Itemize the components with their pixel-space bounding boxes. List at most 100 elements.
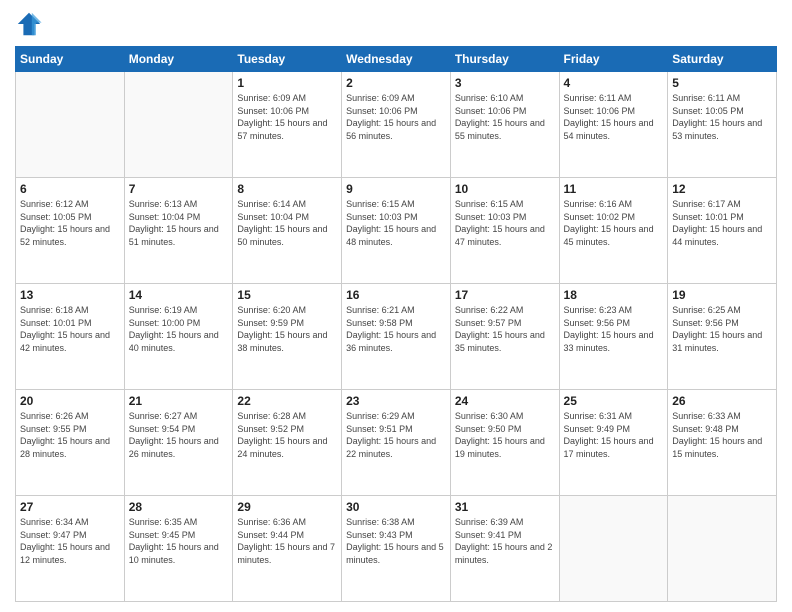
- day-cell: [16, 72, 125, 178]
- day-cell: 8 Sunrise: 6:14 AMSunset: 10:04 PMDayligh…: [233, 178, 342, 284]
- day-cell: 29 Sunrise: 6:36 AMSunset: 9:44 PMDayligh…: [233, 496, 342, 602]
- day-cell: 22 Sunrise: 6:28 AMSunset: 9:52 PMDayligh…: [233, 390, 342, 496]
- day-number: 31: [455, 500, 555, 514]
- day-cell: 14 Sunrise: 6:19 AMSunset: 10:00 PMDaylig…: [124, 284, 233, 390]
- day-cell: 2 Sunrise: 6:09 AMSunset: 10:06 PMDayligh…: [342, 72, 451, 178]
- day-info: Sunrise: 6:21 AMSunset: 9:58 PMDaylight:…: [346, 304, 446, 354]
- day-cell: 11 Sunrise: 6:16 AMSunset: 10:02 PMDaylig…: [559, 178, 668, 284]
- day-number: 16: [346, 288, 446, 302]
- logo: [15, 10, 47, 38]
- day-cell: 23 Sunrise: 6:29 AMSunset: 9:51 PMDayligh…: [342, 390, 451, 496]
- calendar-table: SundayMondayTuesdayWednesdayThursdayFrid…: [15, 46, 777, 602]
- day-cell: 15 Sunrise: 6:20 AMSunset: 9:59 PMDayligh…: [233, 284, 342, 390]
- day-info: Sunrise: 6:15 AMSunset: 10:03 PMDaylight…: [346, 198, 446, 248]
- weekday-header-saturday: Saturday: [668, 47, 777, 72]
- day-cell: 5 Sunrise: 6:11 AMSunset: 10:05 PMDayligh…: [668, 72, 777, 178]
- week-row-5: 27Sunrise: 6:34 AMSunset: 9:47 PMDayligh…: [16, 496, 777, 602]
- day-info: Sunrise: 6:35 AMSunset: 9:45 PMDaylight:…: [129, 516, 229, 566]
- day-cell: 17 Sunrise: 6:22 AMSunset: 9:57 PMDayligh…: [450, 284, 559, 390]
- page: SundayMondayTuesdayWednesdayThursdayFrid…: [0, 0, 792, 612]
- day-info: Sunrise: 6:15 AMSunset: 10:03 PMDaylight…: [455, 198, 555, 248]
- day-number: 4: [564, 76, 664, 90]
- day-number: 7: [129, 182, 229, 196]
- day-number: 17: [455, 288, 555, 302]
- day-number: 29: [237, 500, 337, 514]
- day-cell: 31 Sunrise: 6:39 AMSunset: 9:41 PMDayligh…: [450, 496, 559, 602]
- day-cell: 25 Sunrise: 6:31 AMSunset: 9:49 PMDayligh…: [559, 390, 668, 496]
- week-row-1: 1 Sunrise: 6:09 AMSunset: 10:06 PMDayligh…: [16, 72, 777, 178]
- day-info: Sunrise: 6:23 AMSunset: 9:56 PMDaylight:…: [564, 304, 664, 354]
- day-cell: 30 Sunrise: 6:38 AMSunset: 9:43 PMDayligh…: [342, 496, 451, 602]
- day-info: Sunrise: 6:19 AMSunset: 10:00 PMDaylight…: [129, 304, 229, 354]
- day-info: Sunrise: 6:36 AMSunset: 9:44 PMDaylight:…: [237, 516, 337, 566]
- day-info: Sunrise: 6:14 AMSunset: 10:04 PMDaylight…: [237, 198, 337, 248]
- day-number: 21: [129, 394, 229, 408]
- day-info: Sunrise: 6:13 AMSunset: 10:04 PMDaylight…: [129, 198, 229, 248]
- day-number: 15: [237, 288, 337, 302]
- day-number: 28: [129, 500, 229, 514]
- day-number: 23: [346, 394, 446, 408]
- day-cell: 9 Sunrise: 6:15 AMSunset: 10:03 PMDayligh…: [342, 178, 451, 284]
- day-number: 5: [672, 76, 772, 90]
- day-cell: 3 Sunrise: 6:10 AMSunset: 10:06 PMDayligh…: [450, 72, 559, 178]
- day-cell: [559, 496, 668, 602]
- weekday-header-thursday: Thursday: [450, 47, 559, 72]
- day-cell: 4Sunrise: 6:11 AMSunset: 10:06 PMDayligh…: [559, 72, 668, 178]
- day-info: Sunrise: 6:11 AMSunset: 10:05 PMDaylight…: [672, 92, 772, 142]
- weekday-header-tuesday: Tuesday: [233, 47, 342, 72]
- day-number: 26: [672, 394, 772, 408]
- day-number: 14: [129, 288, 229, 302]
- day-info: Sunrise: 6:38 AMSunset: 9:43 PMDaylight:…: [346, 516, 446, 566]
- day-info: Sunrise: 6:27 AMSunset: 9:54 PMDaylight:…: [129, 410, 229, 460]
- day-cell: 12Sunrise: 6:17 AMSunset: 10:01 PMDaylig…: [668, 178, 777, 284]
- day-number: 9: [346, 182, 446, 196]
- day-number: 25: [564, 394, 664, 408]
- day-info: Sunrise: 6:29 AMSunset: 9:51 PMDaylight:…: [346, 410, 446, 460]
- week-row-2: 6 Sunrise: 6:12 AMSunset: 10:05 PMDayligh…: [16, 178, 777, 284]
- day-info: Sunrise: 6:31 AMSunset: 9:49 PMDaylight:…: [564, 410, 664, 460]
- day-info: Sunrise: 6:09 AMSunset: 10:06 PMDaylight…: [237, 92, 337, 142]
- day-cell: 20Sunrise: 6:26 AMSunset: 9:55 PMDayligh…: [16, 390, 125, 496]
- day-number: 19: [672, 288, 772, 302]
- day-cell: 19 Sunrise: 6:25 AMSunset: 9:56 PMDayligh…: [668, 284, 777, 390]
- day-cell: 18 Sunrise: 6:23 AMSunset: 9:56 PMDayligh…: [559, 284, 668, 390]
- day-info: Sunrise: 6:30 AMSunset: 9:50 PMDaylight:…: [455, 410, 555, 460]
- weekday-header-wednesday: Wednesday: [342, 47, 451, 72]
- day-info: Sunrise: 6:18 AMSunset: 10:01 PMDaylight…: [20, 304, 120, 354]
- day-number: 8: [237, 182, 337, 196]
- day-cell: 21 Sunrise: 6:27 AMSunset: 9:54 PMDayligh…: [124, 390, 233, 496]
- day-number: 27: [20, 500, 120, 514]
- day-number: 2: [346, 76, 446, 90]
- day-number: 10: [455, 182, 555, 196]
- day-info: Sunrise: 6:28 AMSunset: 9:52 PMDaylight:…: [237, 410, 337, 460]
- day-number: 22: [237, 394, 337, 408]
- day-number: 1: [237, 76, 337, 90]
- day-cell: 24Sunrise: 6:30 AMSunset: 9:50 PMDayligh…: [450, 390, 559, 496]
- day-info: Sunrise: 6:22 AMSunset: 9:57 PMDaylight:…: [455, 304, 555, 354]
- day-info: Sunrise: 6:09 AMSunset: 10:06 PMDaylight…: [346, 92, 446, 142]
- day-info: Sunrise: 6:12 AMSunset: 10:05 PMDaylight…: [20, 198, 120, 248]
- day-number: 18: [564, 288, 664, 302]
- day-info: Sunrise: 6:10 AMSunset: 10:06 PMDaylight…: [455, 92, 555, 142]
- day-number: 3: [455, 76, 555, 90]
- day-info: Sunrise: 6:25 AMSunset: 9:56 PMDaylight:…: [672, 304, 772, 354]
- day-number: 12: [672, 182, 772, 196]
- day-cell: 16 Sunrise: 6:21 AMSunset: 9:58 PMDayligh…: [342, 284, 451, 390]
- day-number: 20: [20, 394, 120, 408]
- day-cell: 1 Sunrise: 6:09 AMSunset: 10:06 PMDayligh…: [233, 72, 342, 178]
- weekday-header-monday: Monday: [124, 47, 233, 72]
- day-info: Sunrise: 6:16 AMSunset: 10:02 PMDaylight…: [564, 198, 664, 248]
- day-cell: 7 Sunrise: 6:13 AMSunset: 10:04 PMDayligh…: [124, 178, 233, 284]
- day-cell: 27Sunrise: 6:34 AMSunset: 9:47 PMDayligh…: [16, 496, 125, 602]
- day-number: 11: [564, 182, 664, 196]
- day-info: Sunrise: 6:33 AMSunset: 9:48 PMDaylight:…: [672, 410, 772, 460]
- day-number: 6: [20, 182, 120, 196]
- day-number: 30: [346, 500, 446, 514]
- day-cell: 26 Sunrise: 6:33 AMSunset: 9:48 PMDayligh…: [668, 390, 777, 496]
- day-cell: [668, 496, 777, 602]
- day-info: Sunrise: 6:39 AMSunset: 9:41 PMDaylight:…: [455, 516, 555, 566]
- day-cell: 6 Sunrise: 6:12 AMSunset: 10:05 PMDayligh…: [16, 178, 125, 284]
- day-info: Sunrise: 6:20 AMSunset: 9:59 PMDaylight:…: [237, 304, 337, 354]
- day-cell: 13Sunrise: 6:18 AMSunset: 10:01 PMDaylig…: [16, 284, 125, 390]
- day-cell: [124, 72, 233, 178]
